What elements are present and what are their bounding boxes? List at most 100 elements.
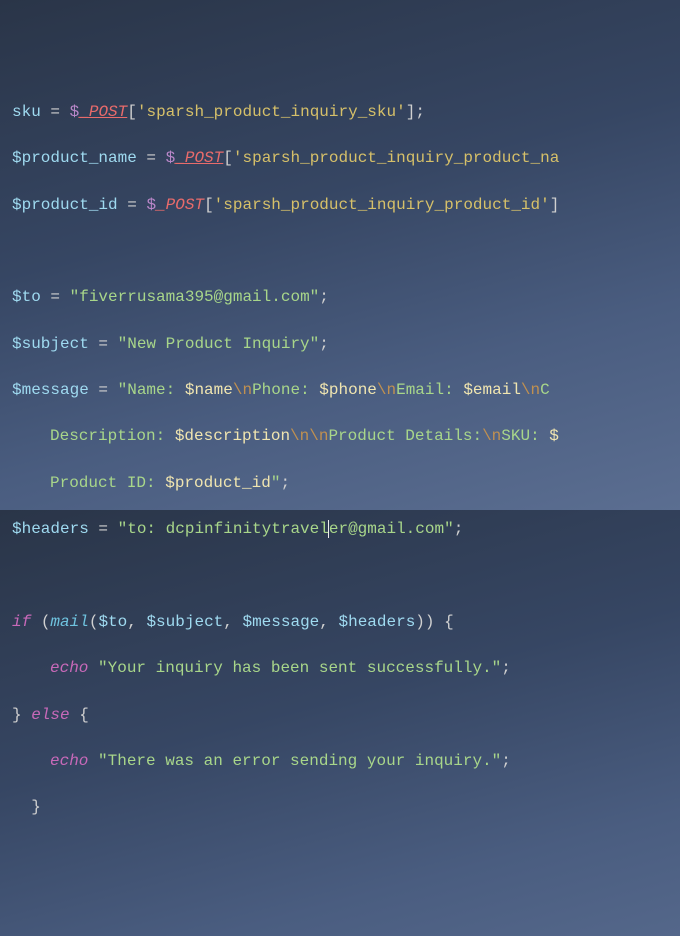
- escape: \n: [377, 381, 396, 399]
- keyword-echo: echo: [50, 659, 88, 677]
- var-product-id: $product_id: [12, 196, 118, 214]
- string-success: "Your inquiry has been sent successfully…: [98, 659, 501, 677]
- string-to: "fiverrusama395@gmail.com": [70, 288, 320, 306]
- var-product-name: $product_name: [12, 149, 137, 167]
- interp-product-id: $product_id: [165, 474, 271, 492]
- dollar: $: [146, 196, 156, 214]
- arg-headers: $headers: [338, 613, 415, 631]
- string-part: Description:: [50, 427, 175, 445]
- semicolon: ;: [319, 335, 329, 353]
- brace-close: }: [31, 798, 41, 816]
- code-line-message-1[interactable]: $message = "Name: $name\nPhone: $phone\n…: [12, 379, 668, 402]
- semicolon: ;: [319, 288, 329, 306]
- string-part: Phone:: [252, 381, 319, 399]
- string-part: "Name:: [118, 381, 185, 399]
- code-line-if[interactable]: if (mail($to, $subject, $message, $heade…: [12, 611, 668, 634]
- assign: =: [118, 196, 147, 214]
- string-headers-b: er@gmail.com": [329, 520, 454, 538]
- paren-close: ): [415, 613, 425, 631]
- code-line-subject[interactable]: $subject = "New Product Inquiry";: [12, 333, 668, 356]
- arg-message: $message: [242, 613, 319, 631]
- string-subject: "New Product Inquiry": [118, 335, 320, 353]
- bracket-close: ]: [550, 196, 560, 214]
- post-key: sparsh_product_inquiry_product_na: [242, 149, 559, 167]
- dollar: $: [70, 103, 80, 121]
- quote: ': [540, 196, 550, 214]
- interp-description: $description: [175, 427, 290, 445]
- comma: ,: [319, 613, 338, 631]
- blank-line[interactable]: [12, 240, 668, 263]
- bracket-close: ]: [406, 103, 416, 121]
- brace-open: {: [444, 613, 454, 631]
- code-line-endif[interactable]: }: [12, 796, 668, 819]
- code-line-2[interactable]: $product_name = $_POST['sparsh_product_i…: [12, 147, 668, 170]
- var-message: $message: [12, 381, 89, 399]
- post-superglobal: _POST: [156, 196, 204, 214]
- string-part: Product Details:: [328, 427, 482, 445]
- keyword-if: if: [12, 613, 31, 631]
- arg-to: $to: [98, 613, 127, 631]
- interp-email: $email: [463, 381, 521, 399]
- code-line-3[interactable]: $product_id = $_POST['sparsh_product_inq…: [12, 194, 668, 217]
- comma: ,: [127, 613, 146, 631]
- interp-name: $name: [185, 381, 233, 399]
- dollar: $: [166, 149, 176, 167]
- code-line-headers[interactable]: $headers = "to: dcpinfinitytraveler@gmai…: [12, 518, 668, 541]
- arg-subject: $subject: [146, 613, 223, 631]
- string-close: ": [271, 474, 281, 492]
- post-superglobal: _POST: [79, 103, 127, 121]
- paren-open: (: [41, 613, 51, 631]
- code-line-message-3[interactable]: Product ID: $product_id";: [12, 472, 668, 495]
- var-to: $to: [12, 288, 41, 306]
- string-part: Email:: [396, 381, 463, 399]
- semicolon: ;: [501, 659, 511, 677]
- assign: =: [89, 520, 118, 538]
- string-tail: C: [540, 381, 550, 399]
- interp-phone: $phone: [319, 381, 377, 399]
- paren-close: ): [425, 613, 435, 631]
- post-superglobal: _POST: [175, 149, 223, 167]
- var-sku: sku: [12, 103, 41, 121]
- paren-open: (: [89, 613, 99, 631]
- comma: ,: [223, 613, 242, 631]
- code-line-echo-2[interactable]: echo "There was an error sending your in…: [12, 750, 668, 773]
- assign: =: [137, 149, 166, 167]
- string-part: SKU:: [501, 427, 549, 445]
- keyword-echo: echo: [50, 752, 88, 770]
- var-headers: $headers: [12, 520, 89, 538]
- function-mail: mail: [50, 613, 88, 631]
- brace-open: {: [79, 706, 89, 724]
- semicolon: ;: [415, 103, 425, 121]
- string-headers-a: "to: dcpinfinitytravel: [118, 520, 329, 538]
- string-error: "There was an error sending your inquiry…: [98, 752, 501, 770]
- semicolon: ;: [280, 474, 290, 492]
- assign: =: [41, 103, 70, 121]
- escape: \n: [521, 381, 540, 399]
- quote: ': [214, 196, 224, 214]
- semicolon: ;: [501, 752, 511, 770]
- assign: =: [89, 335, 118, 353]
- post-key: sparsh_product_inquiry_product_id: [223, 196, 540, 214]
- brace-close: }: [12, 706, 22, 724]
- keyword-else: else: [31, 706, 69, 724]
- string-part: Product ID:: [50, 474, 165, 492]
- assign: =: [89, 381, 118, 399]
- code-line-1[interactable]: sku = $_POST[ 'sparsh_product_inquiry_sku…: [12, 101, 668, 124]
- code-line-echo-1[interactable]: echo "Your inquiry has been sent success…: [12, 657, 668, 680]
- code-line-else[interactable]: } else {: [12, 704, 668, 727]
- escape: \n: [482, 427, 501, 445]
- escape: \n\n: [290, 427, 328, 445]
- assign: =: [41, 288, 70, 306]
- quote: ': [396, 103, 406, 121]
- semicolon: ;: [454, 520, 464, 538]
- code-line-to[interactable]: $to = "fiverrusama395@gmail.com";: [12, 286, 668, 309]
- escape: \n: [233, 381, 252, 399]
- string-tail: $: [549, 427, 559, 445]
- post-key: sparsh_product_inquiry_sku: [146, 103, 396, 121]
- code-line-message-2[interactable]: Description: $description\n\nProduct Det…: [12, 425, 668, 448]
- bracket-open: [: [127, 103, 137, 121]
- bracket-open: [: [223, 149, 233, 167]
- var-subject: $subject: [12, 335, 89, 353]
- bracket-open: [: [204, 196, 214, 214]
- blank-line-2[interactable]: [12, 565, 668, 588]
